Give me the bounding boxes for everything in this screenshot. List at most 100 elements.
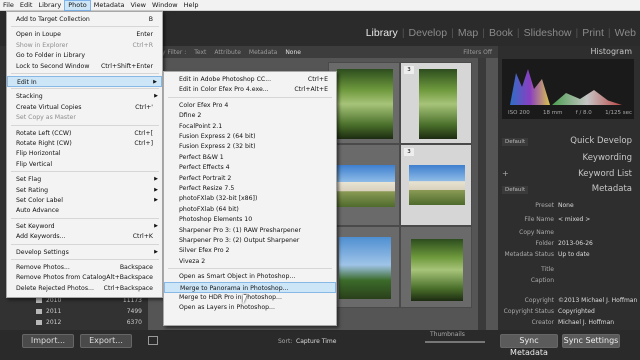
menu-item-set-keyword[interactable]: Set Keyword ▶: [7, 221, 162, 232]
menu-item-open-in-loupe[interactable]: Open in Loupe Enter: [7, 29, 162, 40]
grid-scrollbar[interactable]: [478, 58, 486, 330]
plus-icon[interactable]: +: [502, 169, 509, 178]
filters-off-toggle[interactable]: Filters Off: [463, 49, 492, 56]
thumbnail-size-slider[interactable]: [425, 341, 485, 343]
menu-item-edit-in-color-efex-pro-4-exe[interactable]: Edit in Color Efex Pro 4.exe... Ctrl+Alt+…: [164, 84, 336, 95]
menu-item-remove-photos[interactable]: Remove Photos... Backspace: [7, 262, 162, 273]
menu-item-rotate-right-cw[interactable]: Rotate Right (CW) Ctrl+]: [7, 138, 162, 149]
grid-cell-selected[interactable]: 3: [400, 144, 472, 226]
module-library[interactable]: Library: [362, 27, 402, 39]
module-map[interactable]: Map: [454, 27, 482, 39]
quick-develop-header[interactable]: Quick Develop: [570, 136, 632, 146]
keyword-list-header[interactable]: Keyword List: [578, 169, 632, 179]
sync-metadata-button[interactable]: Sync Metadata: [500, 334, 558, 357]
menu-item-fusion-express-2-32-bit[interactable]: Fusion Express 2 (32 bit): [164, 141, 336, 152]
menu-window[interactable]: Window: [149, 0, 181, 11]
filter-none[interactable]: None: [285, 49, 301, 56]
menu-item-open-as-layers-in-photoshop[interactable]: Open as Layers in Photoshop...: [164, 302, 336, 313]
menu-file[interactable]: File: [0, 0, 17, 11]
grid-cell[interactable]: [328, 226, 400, 308]
menu-item-add-keywords[interactable]: Add Keywords... Ctrl+K: [7, 231, 162, 242]
menu-item-delete-rejected-photos[interactable]: Delete Rejected Photos... Ctrl+Backspace: [7, 283, 162, 294]
menu-item-auto-advance[interactable]: Auto Advance: [7, 205, 162, 216]
menu-item-set-flag[interactable]: Set Flag ▶: [7, 174, 162, 185]
menu-item-color-efex-pro-4[interactable]: Color Efex Pro 4: [164, 100, 336, 111]
sort-dropdown[interactable]: Capture Time: [296, 338, 336, 345]
menu-item-dfine-2[interactable]: Dfine 2: [164, 110, 336, 121]
menu-item-fusion-express-2-64-bit[interactable]: Fusion Express 2 (64 bit): [164, 131, 336, 142]
menu-item-perfect-resize-7-5[interactable]: Perfect Resize 7.5: [164, 183, 336, 194]
menu-item-remove-photos-from-catalog[interactable]: Remove Photos from Catalog Alt+Backspace: [7, 272, 162, 283]
metadata-field[interactable]: Copyright ©2013 Michael J. Hoffman: [498, 295, 640, 306]
menu-item-open-as-smart-object-in-photoshop[interactable]: Open as Smart Object in Photoshop...: [164, 271, 336, 282]
import-button[interactable]: Import...: [22, 334, 74, 348]
preset-row[interactable]: Preset None: [498, 200, 640, 211]
grid-cell[interactable]: [400, 226, 472, 308]
menu-help[interactable]: Help: [181, 0, 202, 11]
module-book[interactable]: Book: [485, 27, 517, 39]
metadata-preset-dropdown[interactable]: Default: [502, 186, 529, 194]
menu-item-focalpoint-2-1[interactable]: FocalPoint 2.1: [164, 121, 336, 132]
menu-item-set-copy-as-master[interactable]: Set Copy as Master: [7, 112, 162, 123]
module-web[interactable]: Web: [611, 27, 640, 39]
menu-item-perfect-b-w-1[interactable]: Perfect B&W 1: [164, 152, 336, 163]
menu-item-flip-vertical[interactable]: Flip Vertical: [7, 159, 162, 170]
sync-settings-button[interactable]: Sync Settings: [562, 334, 620, 348]
metadata-field[interactable]: Caption: [498, 275, 640, 286]
menu-item-create-virtual-copies[interactable]: Create Virtual Copies Ctrl+': [7, 102, 162, 113]
module-develop[interactable]: Develop: [405, 27, 452, 39]
menu-item-rotate-left-ccw[interactable]: Rotate Left (CCW) Ctrl+[: [7, 128, 162, 139]
menu-item-sharpener-pro-3-1-raw-presharpener[interactable]: Sharpener Pro 3: (1) RAW Presharpener: [164, 225, 336, 236]
module-slideshow[interactable]: Slideshow: [520, 27, 576, 39]
metadata-field[interactable]: Metadata Status Up to date: [498, 249, 640, 260]
menu-item-photoshop-elements-10[interactable]: Photoshop Elements 10: [164, 214, 336, 225]
metadata-field[interactable]: Creator Michael J. Hoffman: [498, 317, 640, 328]
grid-cell[interactable]: [328, 144, 400, 226]
grid-cell[interactable]: [328, 62, 400, 144]
menu-item-silver-efex-pro-2[interactable]: Silver Efex Pro 2: [164, 245, 336, 256]
folder-item[interactable]: 2012 6370: [30, 318, 142, 327]
filter-text[interactable]: Text: [194, 49, 206, 56]
menu-item-go-to-folder-in-library[interactable]: Go to Folder in Library: [7, 50, 162, 61]
preset-dropdown[interactable]: Default: [502, 138, 529, 146]
grid-cell-selected[interactable]: 3: [400, 62, 472, 144]
menu-item-set-color-label[interactable]: Set Color Label ▶: [7, 195, 162, 206]
menu-item-stacking[interactable]: Stacking ▶: [7, 91, 162, 102]
metadata-field[interactable]: Copyright Status Copyrighted: [498, 306, 640, 317]
menu-item-merge-to-panorama-in-photoshop[interactable]: Merge to Panorama in Photoshop...: [164, 281, 336, 293]
metadata-header[interactable]: Metadata: [592, 184, 632, 194]
menu-item-add-to-target-collection[interactable]: Add to Target Collection B: [7, 14, 162, 25]
menu-edit[interactable]: Edit: [17, 0, 36, 11]
histogram-header[interactable]: Histogram: [498, 46, 640, 58]
menu-item-perfect-effects-4[interactable]: Perfect Effects 4: [164, 162, 336, 173]
filter-attribute[interactable]: Attribute: [214, 49, 241, 56]
folder-item[interactable]: 2011 7499: [30, 307, 142, 316]
menu-item-photofxlab-32-bit-x86[interactable]: photoFXlab (32-bit [x86]): [164, 193, 336, 204]
menu-item-show-in-explorer[interactable]: Show in Explorer Ctrl+R: [7, 40, 162, 51]
metadata-field[interactable]: Title: [498, 264, 640, 275]
menu-item-lock-to-second-window[interactable]: Lock to Second Window Ctrl+Shift+Enter: [7, 61, 162, 72]
metadata-field[interactable]: File Name < mixed >: [498, 214, 640, 225]
module-print[interactable]: Print: [578, 27, 608, 39]
metadata-field[interactable]: Copy Name: [498, 227, 640, 238]
metadata-field[interactable]: Folder 2013-06-26: [498, 238, 640, 249]
field-value: Up to date: [558, 251, 590, 258]
menu-metadata[interactable]: Metadata: [91, 0, 128, 11]
menu-library[interactable]: Library: [35, 0, 64, 11]
menu-item-edit-in[interactable]: Edit In ▶: [7, 76, 162, 87]
menu-item-edit-in-adobe-photoshop-cc[interactable]: Edit in Adobe Photoshop CC... Ctrl+E: [164, 74, 336, 85]
menu-photo[interactable]: Photo: [64, 0, 91, 11]
menu-item-viveza-2[interactable]: Viveza 2: [164, 256, 336, 267]
keywording-header[interactable]: Keywording: [583, 153, 632, 163]
menu-view[interactable]: View: [128, 0, 149, 11]
menu-item-set-rating[interactable]: Set Rating ▶: [7, 185, 162, 196]
photo-thumbnail: [335, 165, 395, 207]
menu-item-sharpener-pro-3-2-output-sharpener[interactable]: Sharpener Pro 3: (2) Output Sharpener: [164, 235, 336, 246]
menu-item-develop-settings[interactable]: Develop Settings ▶: [7, 247, 162, 258]
grid-view-icon[interactable]: [148, 336, 158, 345]
filter-metadata[interactable]: Metadata: [249, 49, 277, 56]
menu-item-perfect-portrait-2[interactable]: Perfect Portrait 2: [164, 173, 336, 184]
export-button[interactable]: Export...: [80, 334, 132, 348]
menu-item-photofxlab-64-bit[interactable]: photoFXlab (64 bit): [164, 204, 336, 215]
menu-item-flip-horizontal[interactable]: Flip Horizontal: [7, 148, 162, 159]
